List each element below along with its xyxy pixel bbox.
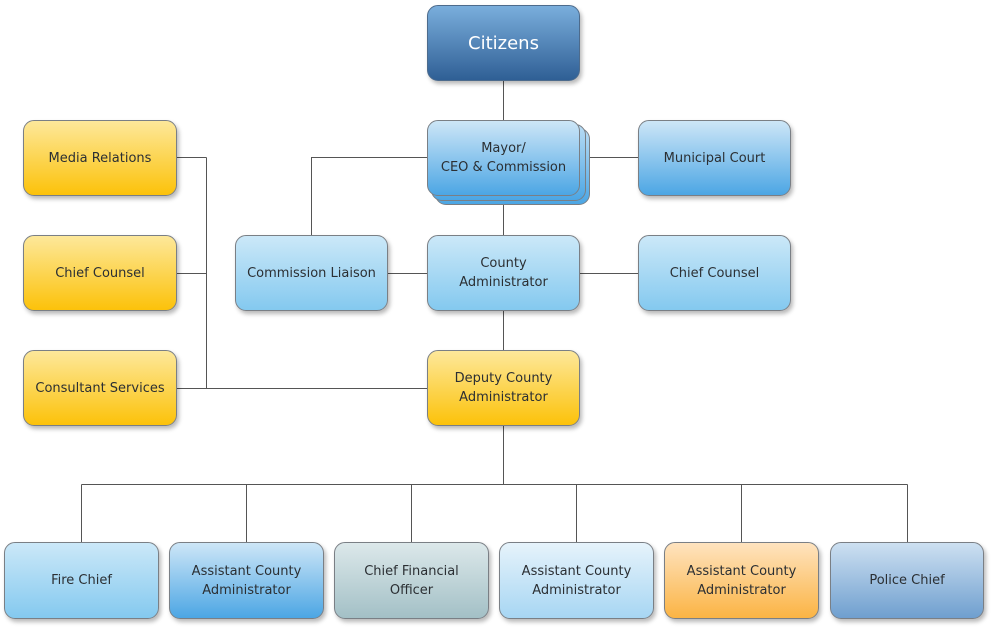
connector-mayor-commission-liaison <box>311 157 428 235</box>
node-chief-counsel-left-label: Chief Counsel <box>55 265 145 281</box>
node-mayor[interactable]: Mayor/ CEO & Commission <box>427 120 580 196</box>
node-police-chief[interactable]: Police Chief <box>830 542 984 619</box>
node-assistant-county-administrator-2-label: Assistant County Administrator <box>521 563 632 598</box>
node-citizens-label: Citizens <box>468 32 539 54</box>
node-municipal-court[interactable]: Municipal Court <box>638 120 791 196</box>
node-fire-chief-label: Fire Chief <box>51 573 112 588</box>
node-chief-financial-officer[interactable]: Chief Financial Officer <box>334 542 489 619</box>
node-county-administrator[interactable]: County Administrator <box>427 235 580 311</box>
node-deputy-county-administrator-label: Deputy County Administrator <box>454 371 553 405</box>
node-media-relations-label: Media Relations <box>48 150 152 166</box>
node-county-administrator-label: County Administrator <box>459 256 548 290</box>
node-commission-liaison-label: Commission Liaison <box>247 265 376 281</box>
node-consultant-services[interactable]: Consultant Services <box>23 350 177 426</box>
node-assistant-county-administrator-1[interactable]: Assistant County Administrator <box>169 542 324 619</box>
node-assistant-county-administrator-2[interactable]: Assistant County Administrator <box>499 542 654 619</box>
node-deputy-county-administrator[interactable]: Deputy County Administrator <box>427 350 580 426</box>
connector-lines <box>81 80 908 542</box>
node-citizens[interactable]: Citizens <box>427 5 580 81</box>
node-chief-counsel-left[interactable]: Chief Counsel <box>23 235 177 311</box>
node-chief-financial-officer-label: Chief Financial Officer <box>364 563 459 598</box>
node-mayor-label: Mayor/ CEO & Commission <box>440 141 567 175</box>
node-assistant-county-administrator-3[interactable]: Assistant County Administrator <box>664 542 819 619</box>
node-assistant-county-administrator-1-label: Assistant County Administrator <box>191 563 302 598</box>
node-commission-liaison[interactable]: Commission Liaison <box>235 235 388 311</box>
node-assistant-county-administrator-3-label: Assistant County Administrator <box>686 563 797 598</box>
node-police-chief-label: Police Chief <box>869 573 945 588</box>
node-chief-counsel-right-label: Chief Counsel <box>669 265 760 281</box>
node-fire-chief[interactable]: Fire Chief <box>4 542 159 619</box>
node-media-relations[interactable]: Media Relations <box>23 120 177 196</box>
node-consultant-services-label: Consultant Services <box>35 380 165 396</box>
node-chief-counsel-right[interactable]: Chief Counsel <box>638 235 791 311</box>
node-municipal-court-label: Municipal Court <box>663 150 766 166</box>
